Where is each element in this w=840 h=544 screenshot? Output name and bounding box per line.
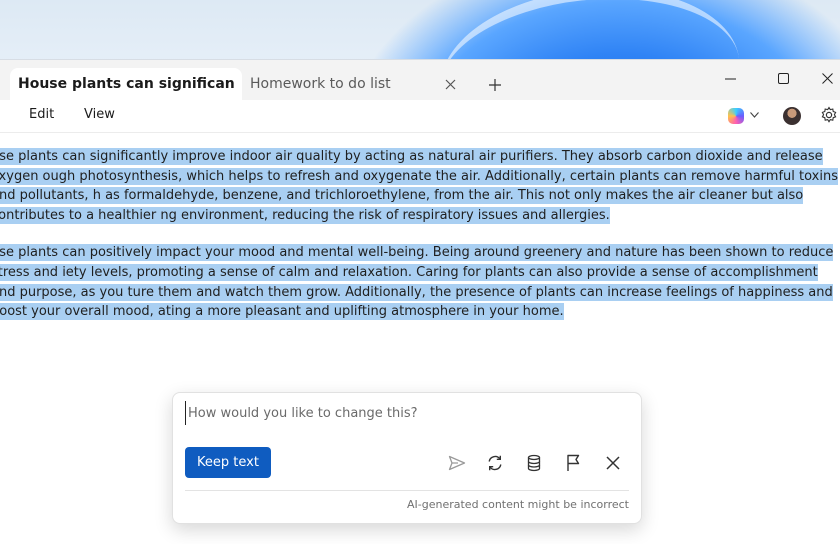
close-icon[interactable] xyxy=(440,74,460,94)
maximize-icon[interactable] xyxy=(765,64,801,92)
copilot-button[interactable] xyxy=(728,106,762,126)
tab-label: House plants can significan xyxy=(18,76,235,92)
tab-house-plants[interactable]: House plants can significan xyxy=(10,68,242,100)
close-icon[interactable] xyxy=(601,451,625,475)
tab-label: Homework to do list xyxy=(250,76,391,92)
send-icon[interactable] xyxy=(445,451,469,475)
selected-text: use plants can positively impact your mo… xyxy=(0,244,834,321)
tab-strip: House plants can significan Homework to … xyxy=(0,60,840,100)
tab-homework[interactable]: Homework to do list xyxy=(242,68,468,100)
keep-text-button[interactable]: Keep text xyxy=(185,447,271,478)
selected-text: use plants can significantly improve ind… xyxy=(0,148,838,224)
plus-icon[interactable] xyxy=(484,74,506,96)
copilot-icon xyxy=(728,108,744,124)
avatar[interactable] xyxy=(783,107,801,125)
paragraph: use plants can positively impact your mo… xyxy=(0,243,840,321)
close-icon[interactable] xyxy=(809,64,840,92)
chevron-down-icon xyxy=(750,111,759,121)
minimize-icon[interactable] xyxy=(712,64,748,92)
document-body[interactable]: use plants can significantly improve ind… xyxy=(0,147,840,340)
flag-icon[interactable] xyxy=(561,451,585,475)
ai-disclaimer: AI-generated content might be incorrect xyxy=(407,498,629,511)
rewrite-prompt-input[interactable] xyxy=(185,401,630,425)
notepad-window: House plants can significan Homework to … xyxy=(0,60,840,544)
regenerate-icon[interactable] xyxy=(483,451,507,475)
rewrite-popup: Keep text AI-generated cont xyxy=(172,392,642,524)
menu-edit[interactable]: Edit xyxy=(29,107,54,122)
paragraph: use plants can significantly improve ind… xyxy=(0,147,840,225)
gear-icon[interactable] xyxy=(820,106,840,126)
database-icon[interactable] xyxy=(522,451,546,475)
divider xyxy=(185,490,629,491)
menu-bar: Edit View xyxy=(0,100,840,133)
menu-view[interactable]: View xyxy=(84,107,115,122)
